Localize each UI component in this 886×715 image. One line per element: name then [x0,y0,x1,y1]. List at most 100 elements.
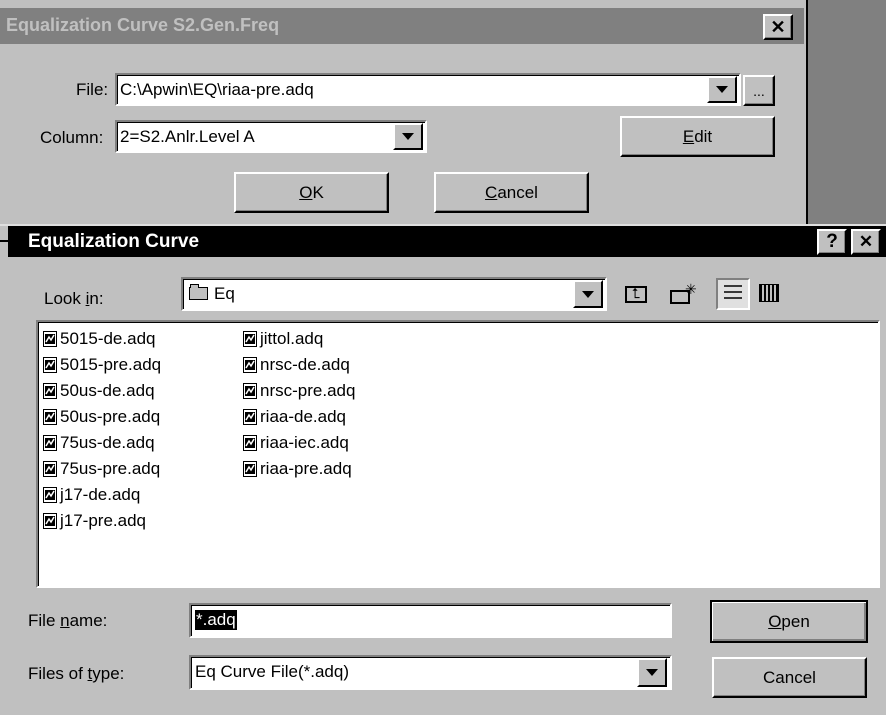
column-dropdown-button[interactable] [393,123,423,150]
file-label: File: [76,80,109,99]
file-name: 5015-de.adq [60,329,156,348]
filename-input[interactable]: *.adq [189,603,672,638]
file-name: j17-de.adq [60,485,141,504]
filename-label: File name: [28,611,108,630]
close-icon: ✕ [770,16,786,37]
file-list-item[interactable]: nrsc-de.adq [243,352,350,378]
column-label: Column: [40,128,104,147]
document-icon [43,435,57,451]
parent-dialog-edge [0,240,8,242]
file-list-item[interactable]: j17-de.adq [43,482,140,508]
chevron-down-icon [582,290,594,298]
file-name: 50us-pre.adq [60,407,161,426]
document-icon [243,435,257,451]
document-icon [43,357,57,373]
file-name: riaa-iec.adq [260,433,349,452]
open-close-button[interactable]: ✕ [851,229,881,255]
document-icon [243,461,257,477]
document-icon [243,409,257,425]
ok-label: OK [299,182,324,202]
document-icon [43,487,57,503]
file-name: nrsc-pre.adq [260,381,356,400]
folder-icon [189,287,208,300]
document-icon [243,383,257,399]
document-icon [243,331,257,347]
column-select[interactable]: 2=S2.Anlr.Level A [115,120,427,153]
parent-title: Equalization Curve S2.Gen.Freq [6,15,280,35]
lookin-label: Look in: [44,289,104,308]
open-cancel-button[interactable]: Cancel [712,657,867,698]
edit-button[interactable]: Edit [620,116,775,157]
file-name: 5015-pre.adq [60,355,162,374]
chevron-down-icon [716,86,728,93]
file-name: jittol.adq [260,329,324,348]
file-list-item[interactable]: 50us-pre.adq [43,404,160,430]
chevron-down-icon [646,669,658,676]
open-title: Equalization Curve [28,231,200,252]
file-name: j17-pre.adq [60,511,147,530]
column-value: 2=S2.Anlr.Level A [120,127,255,146]
file-list-item[interactable]: 5015-pre.adq [43,352,161,378]
file-list[interactable]: 5015-de.adq 5015-pre.adq 50us-de.adq 50us-p… [36,320,880,588]
open-label: Open [768,611,810,631]
file-list-item[interactable]: 50us-de.adq [43,378,155,404]
help-button[interactable]: ? [817,229,847,255]
close-icon: ✕ [858,232,874,251]
parent-title-bar: Equalization Curve S2.Gen.Freq ✕ [0,8,804,44]
filetype-value: Eq Curve File(*.adq) [195,662,350,681]
document-icon [43,331,57,347]
up-folder-button[interactable]: ⮤ [622,282,652,308]
desktop-background-right [806,0,886,226]
ok-button[interactable]: OK [234,172,389,213]
list-view-icon [724,285,742,302]
file-name: riaa-de.adq [260,407,347,426]
file-list-item[interactable]: 75us-de.adq [43,430,155,456]
document-icon [43,409,57,425]
filename-value: *.adq [195,610,237,630]
folder-tab [190,284,199,288]
document-icon [243,357,257,373]
edit-label: Edit [682,126,713,146]
file-list-item[interactable]: riaa-pre.adq [243,456,352,482]
file-list-item[interactable]: riaa-de.adq [243,404,346,430]
file-list-item[interactable]: nrsc-pre.adq [243,378,355,404]
sparkle-glyph: ✳ [685,281,697,297]
file-name: 75us-pre.adq [60,459,161,478]
lookin-value: Eq [214,284,235,303]
document-icon [43,513,57,529]
document-icon [43,383,57,399]
file-dropdown-button[interactable] [707,76,737,103]
parent-cancel-label: Cancel [485,182,538,202]
file-name: riaa-pre.adq [260,459,352,478]
file-value: C:\Apwin\EQ\riaa-pre.adq [120,80,314,99]
file-name: 50us-de.adq [60,381,155,400]
filetype-select[interactable]: Eq Curve File(*.adq) [189,655,672,690]
file-combo[interactable]: C:\Apwin\EQ\riaa-pre.adq [115,73,741,106]
chevron-down-icon [402,133,414,140]
file-list-item[interactable]: j17-pre.adq [43,508,146,534]
filetype-dropdown-button[interactable] [637,658,667,687]
parent-cancel-button[interactable]: Cancel [434,172,589,213]
details-view-icon [759,284,779,302]
new-folder-button[interactable]: ✳ [668,281,698,308]
help-icon: ? [826,231,838,252]
open-title-bar: Equalization Curve ? ✕ [8,226,886,257]
parent-close-button[interactable]: ✕ [763,14,793,40]
file-list-item[interactable]: 75us-pre.adq [43,456,160,482]
browse-label: ... [753,82,765,99]
lookin-select[interactable]: Eq [181,277,607,311]
up-arrow-glyph: ⮤ [632,285,641,301]
file-list-item[interactable]: riaa-iec.adq [243,430,349,456]
details-view-button[interactable] [754,280,786,308]
lookin-dropdown-button[interactable] [573,280,603,308]
list-view-button[interactable] [716,278,750,310]
filetype-label: Files of type: [28,664,125,683]
open-button[interactable]: Open [710,600,868,643]
open-cancel-label: Cancel [763,667,816,687]
browse-button[interactable]: ... [743,75,775,106]
file-name: 75us-de.adq [60,433,155,452]
document-icon [43,461,57,477]
file-list-item[interactable]: jittol.adq [243,326,323,352]
file-list-item[interactable]: 5015-de.adq [43,326,155,352]
file-name: nrsc-de.adq [260,355,350,374]
